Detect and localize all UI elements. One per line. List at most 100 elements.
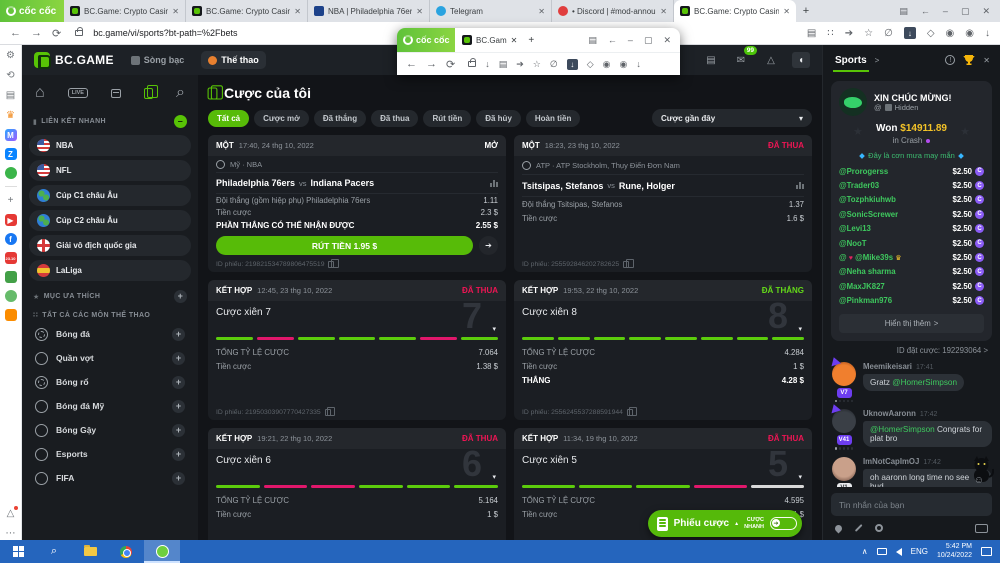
cashout-button[interactable]: RÚT TIỀN 1.95 $ — [216, 236, 473, 255]
tab-close-icon[interactable]: ✕ — [783, 7, 790, 16]
home-icon[interactable]: ⌂ — [35, 84, 45, 102]
profile-icon[interactable]: ◉ — [965, 28, 974, 39]
expand-combo-icon[interactable]: ▾ — [492, 473, 496, 481]
expand-sport-button[interactable]: + — [172, 352, 185, 365]
filter-refund[interactable]: Hoàn tiền — [526, 110, 580, 127]
volume-icon[interactable] — [896, 548, 902, 556]
popup-translate-icon[interactable]: ▤ — [499, 59, 508, 70]
popup-accounts-icon[interactable]: ◉ — [603, 59, 611, 70]
cart-icon[interactable] — [5, 309, 17, 321]
filter-cancelled[interactable]: Đã hủy — [476, 110, 521, 127]
coccoc-brand[interactable]: cốc cốc — [0, 0, 64, 22]
chat-username[interactable]: UknowAaronn17:42 — [863, 409, 992, 418]
emoji-icon[interactable]: ☺ — [974, 475, 984, 486]
expand-sport-button[interactable]: + — [172, 424, 185, 437]
facebook-icon[interactable]: f — [5, 233, 17, 245]
expand-sport-button[interactable]: + — [172, 448, 185, 461]
back-icon[interactable]: ← — [10, 27, 21, 39]
popup-refresh-icon[interactable]: ⟳ — [446, 58, 455, 71]
nav-casino[interactable]: Sòng bạc — [124, 51, 192, 69]
trophy-icon[interactable] — [963, 54, 975, 66]
sidebar-item-nfl[interactable]: NFL — [29, 160, 191, 181]
avatar[interactable] — [832, 409, 856, 433]
popup-browser-window[interactable]: cốc cốc BC.Gam ✕ + ▤ ← – ▢ ✕ ← → ⟳ ↓ ▤ ➔ — [397, 28, 680, 75]
copy-ticket-icon[interactable] — [328, 261, 334, 268]
schedule-icon[interactable] — [111, 89, 121, 98]
maximize-button[interactable]: ▢ — [961, 6, 970, 17]
chrome-taskbar-icon[interactable] — [108, 540, 144, 563]
gif-keyboard-icon[interactable] — [975, 524, 988, 533]
expand-sport-button[interactable]: + — [172, 376, 185, 389]
notification-bell-icon[interactable]: △ — [4, 507, 17, 520]
reading-list-icon[interactable]: ▤ — [4, 89, 17, 102]
forward-icon[interactable]: → — [31, 27, 42, 39]
user-mention[interactable]: @HomerSimpson — [870, 425, 935, 434]
bookmark-star-icon[interactable]: ☆ — [864, 28, 873, 39]
rain-tip-icon[interactable] — [834, 523, 844, 533]
gamepad-icon[interactable] — [5, 167, 17, 179]
copy-ticket-icon[interactable] — [627, 409, 633, 416]
sidebar-item-nba[interactable]: NBA — [29, 135, 191, 156]
copy-ticket-icon[interactable] — [325, 409, 331, 416]
popup-forward-icon[interactable]: → — [426, 58, 437, 70]
chat-input[interactable] — [831, 493, 992, 516]
bell-icon[interactable]: △ — [762, 52, 780, 68]
tab-discord[interactable]: • Discord | #mod-announc ✕ — [552, 0, 674, 22]
zalo-icon[interactable]: Z — [5, 148, 17, 160]
expand-combo-icon[interactable]: ▾ — [798, 473, 802, 481]
minimize-button[interactable]: – — [943, 6, 948, 16]
live-icon[interactable]: LIVE — [68, 88, 88, 98]
taskbar-search-icon[interactable]: ⌕ — [36, 540, 72, 563]
tab-close-icon[interactable]: ✕ — [294, 7, 301, 16]
sidebar-item-national-league[interactable]: Giải vô địch quốc gia — [29, 235, 191, 256]
nav-sports[interactable]: Thế thao — [201, 51, 266, 69]
bet-id-link[interactable]: ID đặt cược: 192293064 > — [835, 346, 988, 355]
popup-download-tray-icon[interactable]: ↓ — [485, 59, 490, 69]
gift-icon[interactable] — [5, 271, 17, 283]
filter-open[interactable]: Cược mở — [254, 110, 309, 127]
translate-ext-icon[interactable]: ∷ — [827, 28, 833, 39]
filter-cashout[interactable]: Rút tiền — [423, 110, 471, 127]
url-text[interactable]: bc.game/vi/sports?bt-path=%2Fbets — [93, 28, 237, 38]
tab-close-icon[interactable]: ✕ — [538, 7, 545, 16]
show-more-button[interactable]: Hiển thị thêm > — [839, 314, 984, 333]
add-favorite-button[interactable]: + — [174, 290, 187, 303]
popup-star-icon[interactable]: ☆ — [533, 59, 541, 70]
expand-sport-button[interactable]: + — [172, 472, 185, 485]
avatar[interactable] — [832, 457, 856, 481]
filter-all[interactable]: Tất cả — [208, 110, 249, 127]
sidebar-sport-esports[interactable]: Esports + — [29, 442, 191, 466]
popup-downloads-icon[interactable]: ↓ — [636, 59, 641, 69]
expand-sport-button[interactable]: + — [172, 328, 185, 341]
file-explorer-icon[interactable] — [72, 540, 108, 563]
popup-new-tab-button[interactable]: + — [524, 35, 534, 46]
sidebar-sport-baseball[interactable]: Bóng Gậy + — [29, 418, 191, 442]
stats-icon[interactable] — [796, 182, 804, 189]
language-indicator[interactable]: ENG — [911, 547, 928, 556]
bcgame-logo[interactable]: BC.GAME — [34, 52, 114, 68]
calendar-icon[interactable]: 23.10 — [5, 252, 17, 264]
tab-search-icon[interactable]: ▤ — [899, 6, 908, 17]
close-chat-icon[interactable]: ✕ — [983, 56, 990, 65]
mail-icon[interactable]: ✉99 — [732, 52, 750, 68]
chat-rules-icon[interactable]: ! — [945, 55, 955, 65]
popup-back-icon[interactable]: ← — [406, 58, 417, 70]
popup-share-icon[interactable]: ➔ — [516, 59, 524, 70]
downloads-icon[interactable]: ↓ — [985, 28, 990, 39]
taskbar-clock[interactable]: 5:42 PM10/24/2022 — [937, 543, 972, 561]
share-bet-button[interactable]: ➔ — [479, 236, 498, 255]
tab-close-icon[interactable]: ✕ — [660, 7, 667, 16]
add-sidebar-icon[interactable]: + — [4, 194, 17, 207]
filter-won[interactable]: Đã thắng — [314, 110, 366, 127]
popup-return-icon[interactable]: ← — [608, 35, 617, 46]
network-icon[interactable] — [877, 548, 887, 555]
betslip-fab[interactable]: Phiếu cược ▴ CƯỢCNHANH ➔ — [648, 510, 802, 537]
user-mention[interactable]: @HomerSimpson — [892, 378, 957, 387]
popup-minimize-button[interactable]: – — [628, 35, 633, 46]
sidebar-sport-tennis[interactable]: Quần vợt + — [29, 346, 191, 370]
tab-return-icon[interactable]: ← — [921, 6, 930, 16]
download-manager-icon[interactable]: ↓ — [904, 27, 916, 39]
panel-icon[interactable]: ▤ — [702, 52, 720, 68]
chat-toggle-icon[interactable]: ◖ — [792, 52, 810, 68]
sidebar-item-cup-c1[interactable]: Cúp C1 châu Âu — [29, 185, 191, 206]
